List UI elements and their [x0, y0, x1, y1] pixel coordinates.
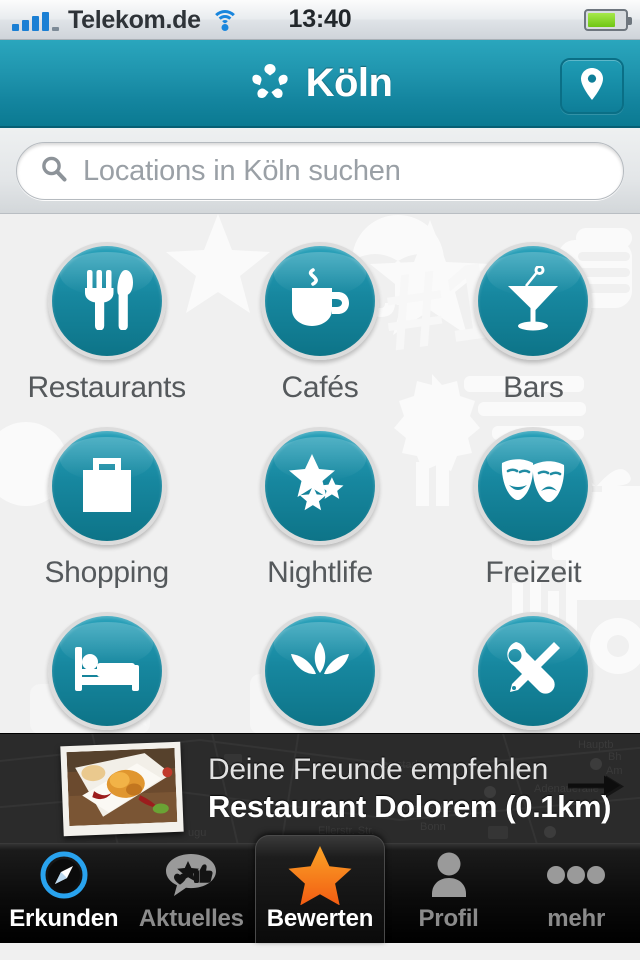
tab-bar: Erkunden Aktuelles Bewerten Profil mehr	[0, 835, 640, 943]
category-icon-circle	[260, 612, 379, 730]
category-item-schoenheit[interactable]: Schönheit	[213, 612, 426, 733]
category-icon-circle	[47, 612, 166, 730]
category-item-dienste[interactable]: Dienste	[427, 612, 640, 733]
category-icon-circle	[474, 612, 593, 730]
bed-icon	[73, 643, 141, 700]
search-icon	[39, 154, 69, 189]
category-icon-circle	[260, 242, 379, 360]
banner-line-1: Deine Freunde empfehlen	[208, 752, 548, 786]
category-item-hotels[interactable]: Hotels	[0, 612, 213, 733]
category-grid-area: #1 Restaurants Cafés Bars Shopping Night…	[0, 214, 640, 733]
category-label: Shopping	[44, 556, 169, 589]
tab-erkunden[interactable]: Erkunden	[0, 843, 128, 943]
category-item-freizeit[interactable]: Freizeit	[427, 427, 640, 590]
tab-label: Profil	[418, 905, 479, 932]
tab-mehr[interactable]: mehr	[512, 843, 640, 943]
category-icon-circle	[474, 427, 593, 545]
category-label: Freizeit	[485, 556, 582, 589]
search-section: Locations in Köln suchen	[0, 128, 640, 214]
category-icon-circle	[474, 242, 593, 360]
category-row: Shopping Nightlife Freizeit	[0, 427, 640, 612]
location-button[interactable]	[560, 58, 624, 114]
tab-bewerten[interactable]: Bewerten	[255, 835, 385, 943]
battery-icon	[584, 8, 632, 31]
category-item-cafes[interactable]: Cafés	[213, 242, 426, 405]
tab-aktuelles[interactable]: Aktuelles	[128, 843, 256, 943]
brand: Köln	[248, 61, 393, 106]
category-label: Bars	[503, 371, 564, 404]
app-header: Köln	[0, 40, 640, 128]
status-bar: Telekom.de 13:40	[0, 0, 640, 40]
compass-icon	[39, 849, 89, 901]
category-label: Restaurants	[27, 371, 186, 404]
wrench-screwdriver-icon	[502, 638, 564, 705]
shopping-bag-icon	[79, 454, 135, 519]
category-icon-circle	[47, 242, 166, 360]
recommendation-banner[interactable]: Weststadt Rheinisches Bonn Ellerstr. Str…	[0, 733, 640, 843]
tab-label: Bewerten	[266, 905, 374, 932]
category-icon-circle	[260, 427, 379, 545]
speech-bubble-icon	[163, 849, 219, 901]
category-row: Restaurants Cafés Bars	[0, 242, 640, 427]
category-item-nightlife[interactable]: Nightlife	[213, 427, 426, 590]
star-icon	[288, 846, 352, 905]
app-screen: Telekom.de 13:40 Köln Locations in Köln …	[0, 0, 640, 960]
ellipsis-icon	[546, 849, 606, 901]
page-title: Köln	[305, 60, 393, 105]
category-label: Cafés	[281, 371, 359, 404]
coffee-cup-icon	[287, 267, 353, 335]
theatre-masks-icon	[499, 455, 567, 518]
tab-label: mehr	[547, 905, 606, 932]
category-item-restaurants[interactable]: Restaurants	[0, 242, 213, 405]
person-icon	[426, 849, 472, 901]
category-row: Hotels	[0, 612, 640, 733]
stars-icon	[288, 452, 352, 521]
category-item-shopping[interactable]: Shopping	[0, 427, 213, 590]
category-item-bars[interactable]: Bars	[427, 242, 640, 405]
food-photo-thumbnail	[60, 741, 184, 836]
tab-label: Aktuelles	[138, 905, 244, 932]
arrow-right-icon[interactable]	[568, 773, 624, 804]
banner-line-2: Restaurant Dolorem (0.1km)	[208, 788, 612, 824]
search-bar[interactable]: Locations in Köln suchen	[16, 142, 624, 200]
category-label: Nightlife	[267, 556, 373, 589]
fork-knife-icon	[79, 268, 135, 335]
category-icon-circle	[47, 427, 166, 545]
svg-text:ugu: ugu	[188, 827, 206, 839]
category-grid: Restaurants Cafés Bars Shopping Nightlif…	[0, 214, 640, 733]
martini-glass-icon	[504, 264, 562, 337]
tab-label: Erkunden	[9, 905, 119, 932]
lotus-leaves-icon	[288, 640, 352, 703]
tab-profil[interactable]: Profil	[385, 843, 513, 943]
map-pin-icon	[579, 67, 605, 106]
svg-text:Hauptb: Hauptb	[578, 739, 613, 751]
clock-label: 13:40	[288, 5, 352, 33]
banner-text: Deine Freunde empfehlen Restaurant Dolor…	[208, 752, 611, 826]
qype-flower-logo-icon	[248, 61, 292, 105]
search-input[interactable]: Locations in Köln suchen	[83, 155, 401, 188]
